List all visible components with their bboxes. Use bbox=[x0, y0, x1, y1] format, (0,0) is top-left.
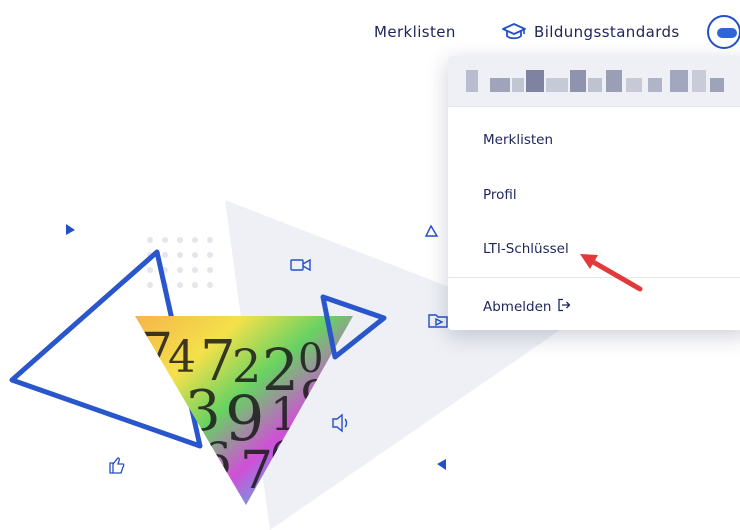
svg-text:6: 6 bbox=[200, 432, 232, 490]
nav-bildungsstandards-label: Bildungsstandards bbox=[534, 23, 680, 41]
red-arrow-annotation bbox=[580, 254, 643, 292]
nav-merklisten-link[interactable]: Merklisten bbox=[374, 23, 456, 41]
menu-item-label: Merklisten bbox=[483, 132, 554, 148]
menu-item-lti-schluessel[interactable]: LTI-Schlüssel bbox=[483, 241, 569, 257]
menu-item-label: Abmelden bbox=[483, 299, 552, 315]
svg-text:4: 4 bbox=[168, 332, 196, 383]
menu-divider bbox=[448, 106, 740, 107]
menu-item-profil[interactable]: Profil bbox=[483, 187, 517, 203]
menu-item-label: LTI-Schlüssel bbox=[483, 241, 569, 257]
graduation-cap-icon bbox=[502, 23, 526, 41]
logout-icon bbox=[557, 298, 571, 316]
user-avatar-button[interactable] bbox=[707, 15, 740, 49]
menu-item-label: Profil bbox=[483, 187, 517, 203]
thumbs-up-icon bbox=[109, 457, 125, 474]
menu-item-merklisten[interactable]: Merklisten bbox=[483, 132, 553, 148]
nav-bildungsstandards-link[interactable]: Bildungsstandards bbox=[502, 23, 680, 41]
user-name-header bbox=[448, 56, 740, 106]
user-avatar-icon bbox=[717, 28, 737, 38]
menu-item-abmelden[interactable]: Abmelden bbox=[483, 298, 571, 316]
